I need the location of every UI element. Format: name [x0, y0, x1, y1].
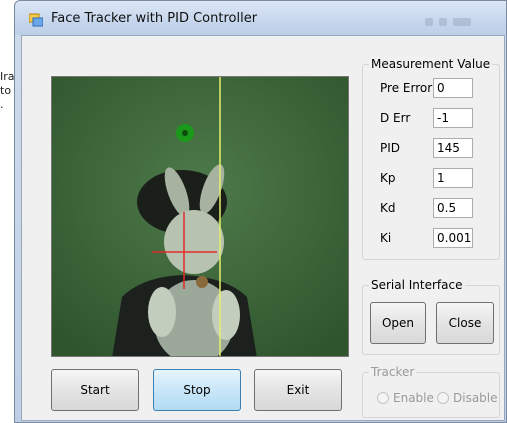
ki-input[interactable]: 0.001 [433, 228, 473, 248]
title-bar[interactable]: Face Tracker with PID Controller [15, 1, 506, 35]
field-kp: Kp 1 [363, 168, 499, 190]
main-window: Face Tracker with PID Controller Start S… [14, 0, 507, 423]
tracker-legend: Tracker [369, 365, 417, 379]
background-text-3: . [0, 98, 4, 111]
pid-input[interactable]: 145 [433, 138, 473, 158]
serial-legend: Serial Interface [369, 278, 465, 292]
disable-label: Disable [453, 391, 498, 405]
camera-view [51, 76, 349, 357]
ki-label: Ki [380, 231, 392, 245]
background-text-2: to [0, 84, 12, 97]
kp-label: Kp [380, 171, 396, 185]
field-d-err: D Err -1 [363, 108, 499, 130]
measurement-legend: Measurement Value [369, 57, 493, 71]
window-controls[interactable] [425, 13, 485, 26]
pre-error-input[interactable]: 0 [433, 78, 473, 98]
disable-radio[interactable]: Disable [437, 391, 498, 405]
close-button[interactable]: Close [436, 302, 494, 344]
exit-button[interactable]: Exit [254, 369, 342, 411]
window-title: Face Tracker with PID Controller [51, 11, 258, 26]
client-area: Start Stop Exit Measurement Value Pre Er… [21, 35, 505, 421]
start-button[interactable]: Start [51, 369, 139, 411]
kd-input[interactable]: 0.5 [433, 198, 473, 218]
kp-input[interactable]: 1 [433, 168, 473, 188]
pre-error-label: Pre Error [380, 81, 433, 95]
camera-feed [52, 77, 348, 356]
field-kd: Kd 0.5 [363, 198, 499, 220]
d-err-label: D Err [380, 111, 411, 125]
field-pid: PID 145 [363, 138, 499, 160]
kd-label: Kd [380, 201, 396, 215]
tracker-group: Tracker Enable Disable [362, 365, 500, 418]
enable-radio-icon[interactable] [377, 392, 389, 404]
minimize-icon[interactable] [425, 17, 433, 26]
maximize-icon[interactable] [439, 17, 447, 26]
d-err-input[interactable]: -1 [433, 108, 473, 128]
field-pre-error: Pre Error 0 [363, 78, 499, 100]
measurement-group: Measurement Value Pre Error 0 D Err -1 P… [362, 57, 500, 260]
target-marker-center [182, 130, 188, 136]
enable-label: Enable [393, 391, 434, 405]
close-icon[interactable] [453, 17, 471, 26]
toy-head [164, 210, 224, 274]
toy-arm-right [212, 290, 240, 340]
toy-nose [196, 276, 208, 288]
toy-arm-left [148, 287, 176, 337]
open-button[interactable]: Open [370, 302, 426, 344]
stop-button[interactable]: Stop [153, 369, 241, 411]
disable-radio-icon[interactable] [437, 392, 449, 404]
serial-group: Serial Interface Open Close [362, 278, 500, 355]
background-text-1: Ira [0, 70, 15, 83]
field-ki: Ki 0.001 [363, 228, 499, 250]
app-icon [29, 13, 43, 27]
pid-label: PID [380, 141, 401, 155]
enable-radio[interactable]: Enable [377, 391, 434, 405]
